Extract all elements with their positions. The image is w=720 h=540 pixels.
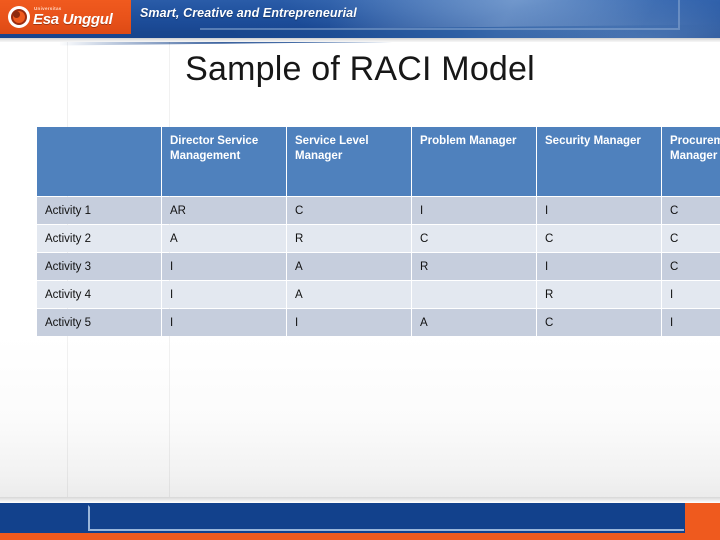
slide: Universitas Esa Unggul Smart, Creative a… <box>0 0 720 540</box>
cell-activity5-security: C <box>537 309 661 336</box>
cell-activity4-service-level: A <box>287 281 411 308</box>
column-header-security-manager: Security Manager <box>537 127 661 196</box>
cell-activity5-problem: A <box>412 309 536 336</box>
cell-activity3-security: I <box>537 253 661 280</box>
top-banner: Universitas Esa Unggul Smart, Creative a… <box>0 0 720 46</box>
row-label-activity-1: Activity 1 <box>37 197 161 224</box>
cell-activity4-director: I <box>162 281 286 308</box>
row-label-activity-2: Activity 2 <box>37 225 161 252</box>
cell-activity5-director: I <box>162 309 286 336</box>
footer-orange-strip <box>0 533 720 540</box>
row-label-activity-3: Activity 3 <box>37 253 161 280</box>
table-body: Activity 1 AR C I I C Activity 2 A R C C… <box>37 197 720 336</box>
cell-activity3-problem: R <box>412 253 536 280</box>
banner-wave <box>60 24 720 46</box>
cell-activity3-service-level: A <box>287 253 411 280</box>
table-row: Activity 2 A R C C C <box>37 225 720 252</box>
cell-activity2-procurement: C <box>662 225 720 252</box>
cell-activity4-security: R <box>537 281 661 308</box>
table-corner-header <box>37 127 161 196</box>
page-title: Sample of RACI Model <box>185 50 535 88</box>
cell-activity1-security: I <box>537 197 661 224</box>
banner-underline <box>0 38 720 42</box>
cell-activity2-security: C <box>537 225 661 252</box>
cell-activity2-director: A <box>162 225 286 252</box>
cell-activity1-problem: I <box>412 197 536 224</box>
cell-activity2-problem: C <box>412 225 536 252</box>
table-row: Activity 3 I A R I C <box>37 253 720 280</box>
row-label-activity-4: Activity 4 <box>37 281 161 308</box>
banner-tagline: Smart, Creative and Entrepreneurial <box>140 6 357 20</box>
logo-emblem-icon <box>8 6 30 28</box>
cell-activity3-procurement: C <box>662 253 720 280</box>
cell-activity4-problem <box>412 281 536 308</box>
cell-activity3-director: I <box>162 253 286 280</box>
table-header: Director Service Management Service Leve… <box>37 127 720 196</box>
university-logo: Universitas Esa Unggul <box>0 0 131 34</box>
logo-name: Esa Unggul <box>33 11 113 29</box>
column-header-service-level-manager: Service Level Manager <box>287 127 411 196</box>
cell-activity5-service-level: I <box>287 309 411 336</box>
cell-activity2-service-level: R <box>287 225 411 252</box>
raci-table: Director Service Management Service Leve… <box>36 126 720 337</box>
column-header-problem-manager: Problem Manager <box>412 127 536 196</box>
table-row: Activity 5 I I A C I <box>37 309 720 336</box>
banner-sheen <box>330 0 720 38</box>
cell-activity1-service-level: C <box>287 197 411 224</box>
cell-activity1-procurement: C <box>662 197 720 224</box>
cell-activity5-procurement: I <box>662 309 720 336</box>
column-header-director-service-management: Director Service Management <box>162 127 286 196</box>
cell-activity4-procurement: I <box>662 281 720 308</box>
cell-activity1-director: AR <box>162 197 286 224</box>
logo-text: Universitas Esa Unggul <box>33 6 113 29</box>
table-header-row: Director Service Management Service Leve… <box>37 127 720 196</box>
table-row: Activity 1 AR C I I C <box>37 197 720 224</box>
footer-blue-bar <box>0 503 685 533</box>
table-row: Activity 4 I A R I <box>37 281 720 308</box>
row-label-activity-5: Activity 5 <box>37 309 161 336</box>
column-header-procurement-manager: Procurement Manager <box>662 127 720 196</box>
